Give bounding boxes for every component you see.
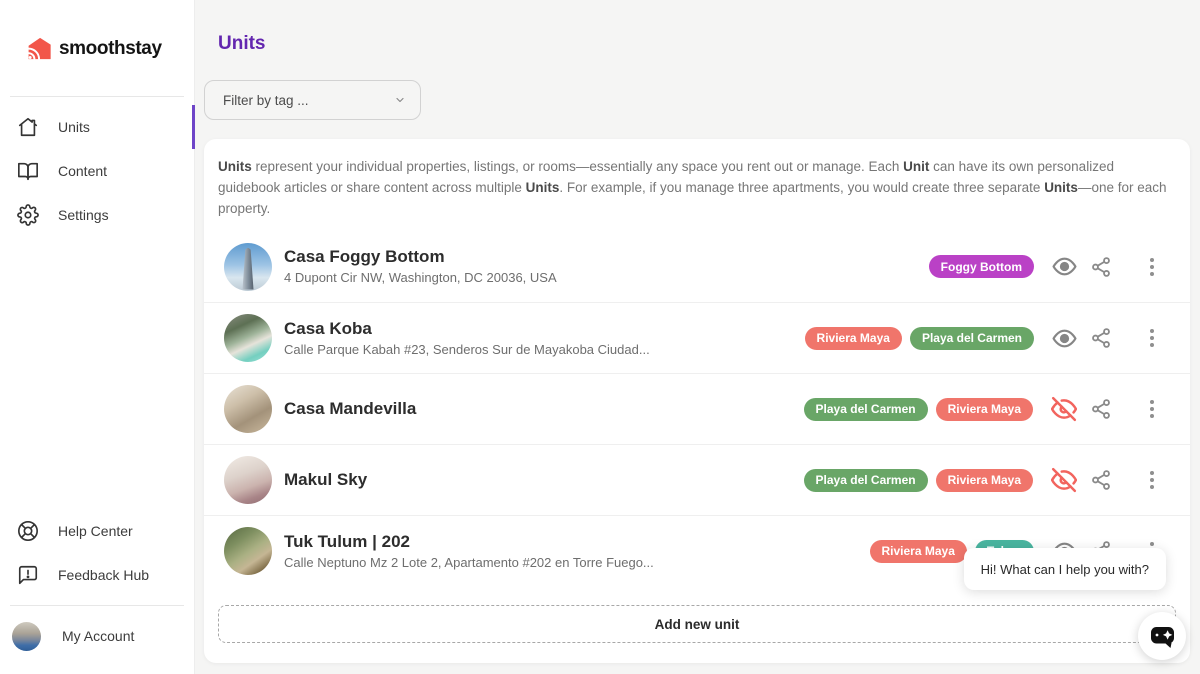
chat-sparkle-icon (1149, 623, 1176, 650)
home-icon (16, 115, 40, 139)
visibility-eye-icon[interactable] (1052, 254, 1077, 279)
sidebar: smoothstay Units Content (0, 0, 195, 674)
filter-placeholder: Filter by tag ... (223, 93, 309, 108)
visibility-eye-icon[interactable] (1052, 326, 1077, 351)
tag-pill: Riviera Maya (805, 327, 902, 350)
unit-thumbnail (224, 243, 272, 291)
account-avatar (12, 622, 41, 651)
unit-row-casa-koba[interactable]: Casa Koba Calle Parque Kabah #23, Sender… (204, 302, 1190, 373)
filter-by-tag-dropdown[interactable]: Filter by tag ... (204, 80, 421, 120)
sidebar-item-settings[interactable]: Settings (0, 193, 194, 237)
sidebar-item-content[interactable]: Content (0, 149, 194, 193)
unit-thumbnail (224, 314, 272, 362)
sidebar-item-label: Feedback Hub (58, 567, 149, 583)
smoothstay-house-icon (25, 35, 52, 62)
unit-row-casa-foggy-bottom[interactable]: Casa Foggy Bottom 4 Dupont Cir NW, Washi… (204, 231, 1190, 302)
share-icon[interactable] (1090, 398, 1112, 420)
unit-address: 4 Dupont Cir NW, Washington, DC 20036, U… (284, 269, 929, 287)
visibility-eye-off-icon[interactable] (1051, 396, 1077, 422)
tag-pill: Riviera Maya (870, 540, 967, 563)
share-icon[interactable] (1090, 327, 1112, 349)
feedback-bubble-icon (16, 563, 40, 587)
unit-name: Makul Sky (284, 469, 804, 491)
unit-thumbnail (224, 385, 272, 433)
lifebuoy-icon (16, 519, 40, 543)
sidebar-item-feedback-hub[interactable]: Feedback Hub (0, 553, 194, 597)
add-new-unit-button[interactable]: Add new unit (218, 605, 1176, 643)
sidebar-item-units[interactable]: Units (0, 105, 194, 149)
visibility-eye-off-icon[interactable] (1051, 467, 1077, 493)
page-title: Units (218, 34, 1190, 54)
sidebar-item-label: Help Center (58, 523, 133, 539)
tag-group: Riviera Maya Playa del Carmen (805, 327, 1034, 350)
sidebar-item-label: Content (58, 163, 107, 179)
chevron-down-icon (394, 94, 406, 106)
sidebar-item-label: My Account (62, 628, 134, 644)
unit-address: Calle Parque Kabah #23, Senderos Sur de … (284, 341, 805, 359)
units-description: Units represent your individual properti… (204, 139, 1190, 219)
unit-row-makul-sky[interactable]: Makul Sky Playa del Carmen Riviera Maya (204, 444, 1190, 515)
unit-name: Casa Koba (284, 318, 805, 340)
book-open-icon (16, 159, 40, 183)
sidebar-item-label: Settings (58, 207, 109, 223)
kebab-menu-icon[interactable] (1148, 398, 1156, 420)
unit-thumbnail (224, 527, 272, 575)
kebab-menu-icon[interactable] (1148, 469, 1156, 491)
unit-address: Calle Neptuno Mz 2 Lote 2, Apartamento #… (284, 554, 870, 572)
tag-pill: Riviera Maya (936, 398, 1033, 421)
unit-row-casa-mandevilla[interactable]: Casa Mandevilla Playa del Carmen Riviera… (204, 373, 1190, 444)
tag-pill: Playa del Carmen (804, 469, 928, 492)
chat-greeting-tooltip[interactable]: Hi! What can I help you with? (964, 548, 1166, 590)
sidebar-item-label: Units (58, 119, 90, 135)
tag-pill: Riviera Maya (936, 469, 1033, 492)
sidebar-spacer (0, 237, 194, 509)
unit-name: Casa Mandevilla (284, 398, 804, 420)
tag-group: Foggy Bottom (929, 255, 1034, 278)
chat-launcher-button[interactable] (1138, 612, 1186, 660)
tag-group: Playa del Carmen Riviera Maya (804, 398, 1033, 421)
unit-name: Casa Foggy Bottom (284, 246, 929, 268)
kebab-menu-icon[interactable] (1148, 256, 1156, 278)
gear-icon (16, 203, 40, 227)
tag-pill: Foggy Bottom (929, 255, 1034, 278)
kebab-menu-icon[interactable] (1148, 327, 1156, 349)
sidebar-nav: Units Content Settings (0, 97, 194, 237)
share-icon[interactable] (1090, 469, 1112, 491)
unit-list: Casa Foggy Bottom 4 Dupont Cir NW, Washi… (204, 231, 1190, 586)
sidebar-item-help-center[interactable]: Help Center (0, 509, 194, 553)
brand-logo[interactable]: smoothstay (0, 0, 194, 64)
tag-pill: Playa del Carmen (804, 398, 928, 421)
sidebar-divider-bottom (10, 605, 184, 606)
sidebar-item-my-account[interactable]: My Account (0, 614, 194, 658)
share-icon[interactable] (1090, 256, 1112, 278)
unit-name: Tuk Tulum | 202 (284, 531, 870, 553)
tag-pill: Playa del Carmen (910, 327, 1034, 350)
tag-group: Playa del Carmen Riviera Maya (804, 469, 1033, 492)
brand-name: smoothstay (59, 38, 162, 60)
unit-thumbnail (224, 456, 272, 504)
